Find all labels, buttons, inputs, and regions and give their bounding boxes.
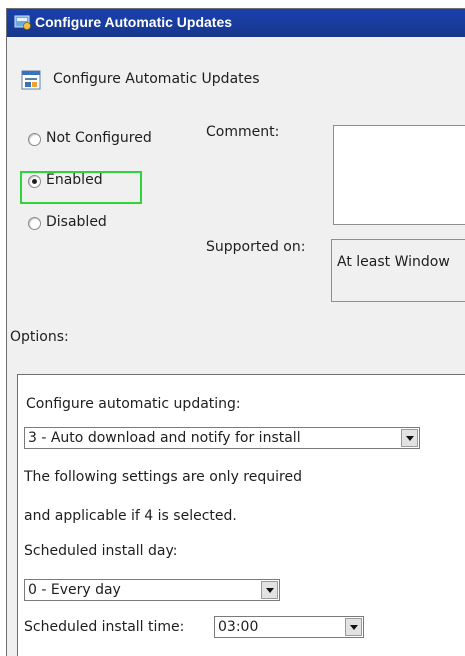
options-panel: Configure automatic updating: 3 - Auto d… (17, 374, 465, 656)
setting-title: Configure Automatic Updates (53, 71, 260, 87)
enabled-highlight (20, 171, 142, 204)
install-day-dropdown[interactable]: 0 - Every day (24, 579, 280, 601)
dropdown-button[interactable] (401, 429, 418, 447)
window-title: Configure Automatic Updates (35, 14, 233, 30)
install-time-dropdown[interactable]: 03:00 (214, 616, 364, 638)
chevron-down-icon (406, 436, 414, 441)
chevron-down-icon (350, 625, 358, 630)
supported-on-field: At least Window (331, 239, 465, 302)
options-label: Options: (10, 329, 69, 345)
radio-button[interactable] (28, 133, 41, 146)
supported-on-value: At least Window (337, 254, 450, 270)
setting-icon (21, 70, 41, 90)
radio-label: Disabled (46, 214, 107, 230)
comment-label: Comment: (206, 124, 280, 140)
title-bar[interactable]: Configure Automatic Updates (7, 9, 465, 37)
dropdown-value: 3 - Auto download and notify for install (28, 430, 301, 446)
group-policy-icon (14, 15, 31, 30)
policy-setting-window: Configure Automatic Updates Configure Au… (6, 8, 465, 656)
radio-button[interactable] (28, 217, 41, 230)
dropdown-value: 03:00 (218, 619, 259, 635)
dropdown-value: 0 - Every day (28, 582, 121, 598)
install-time-label: Scheduled install time: (24, 619, 185, 635)
note-text-line2: and applicable if 4 is selected. (24, 508, 237, 524)
install-day-label: Scheduled install day: (24, 543, 178, 559)
dropdown-button[interactable] (261, 581, 278, 599)
supported-on-label: Supported on: (206, 239, 306, 255)
radio-label: Not Configured (46, 130, 152, 146)
chevron-down-icon (266, 588, 274, 593)
note-text-line1: The following settings are only required (24, 469, 302, 485)
configure-updating-label: Configure automatic updating: (26, 396, 241, 412)
dropdown-button[interactable] (345, 618, 362, 636)
configure-updating-dropdown[interactable]: 3 - Auto download and notify for install (24, 427, 420, 449)
comment-field[interactable] (333, 125, 465, 225)
